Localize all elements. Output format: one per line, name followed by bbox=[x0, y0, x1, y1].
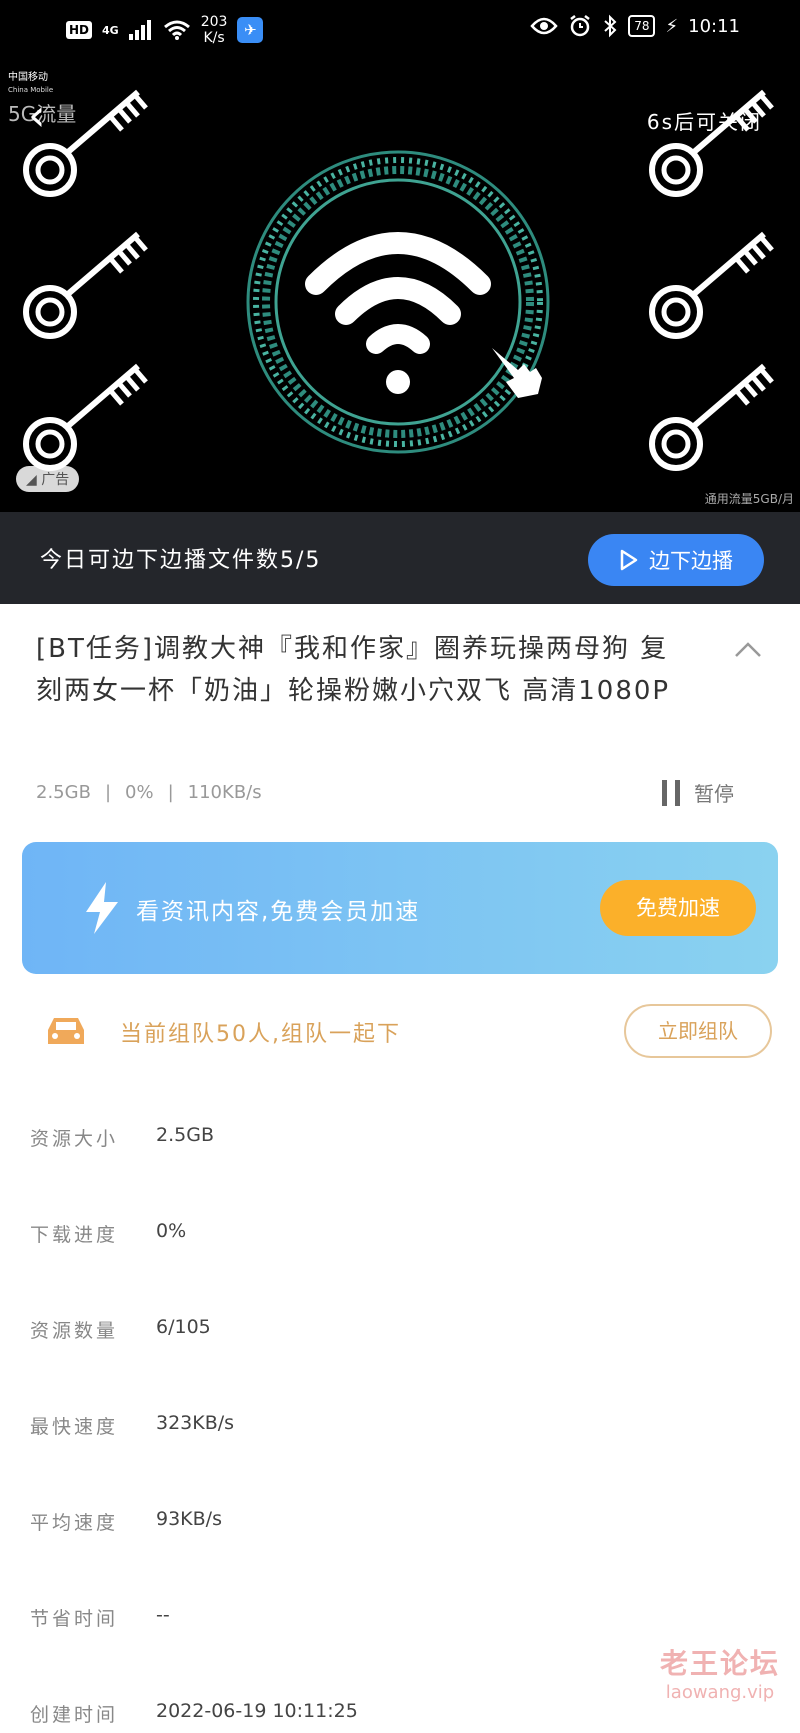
detail-label: 最快速度 bbox=[30, 1416, 119, 1438]
boost-card: 看资讯内容,免费会员加速 免费加速 bbox=[22, 842, 778, 974]
network-type: 4G bbox=[102, 23, 119, 37]
detail-row: 平均速度 93KB/s bbox=[30, 1508, 630, 1535]
detail-row: 节省时间 -- bbox=[30, 1604, 630, 1631]
wifi-ring-graphic bbox=[246, 150, 550, 454]
watermark-title: 老王论坛 bbox=[660, 1647, 781, 1680]
detail-label: 创建时间 bbox=[30, 1704, 119, 1726]
detail-label: 资源数量 bbox=[30, 1320, 119, 1342]
ad-footer-note: 通用流量5GB/月 bbox=[704, 492, 794, 506]
status-bar-left: HD 4G 203 K/s ✈ bbox=[66, 14, 264, 46]
detail-row: 资源大小 2.5GB bbox=[30, 1124, 630, 1151]
detail-row: 资源数量 6/105 bbox=[30, 1316, 630, 1343]
charging-icon: ⚡ bbox=[665, 15, 679, 37]
detail-row: 创建时间 2022-06-19 10:11:25 bbox=[30, 1700, 630, 1727]
task-size: 2.5GB bbox=[36, 782, 91, 803]
close-countdown[interactable]: 6s后可关闭 bbox=[647, 106, 762, 135]
watermark: 老王论坛 laowang.vip bbox=[660, 1642, 780, 1703]
battery-indicator: 78 bbox=[628, 15, 656, 37]
key-icon bbox=[649, 231, 774, 339]
ad-tag-icon: ◢ bbox=[26, 472, 42, 488]
wifi-icon bbox=[163, 20, 190, 40]
detail-label: 节省时间 bbox=[30, 1608, 119, 1630]
key-icon bbox=[23, 363, 148, 471]
team-text: 当前组队50人,组队一起下 bbox=[120, 1022, 401, 1047]
detail-label: 平均速度 bbox=[30, 1512, 119, 1534]
join-team-button[interactable]: 立即组队 bbox=[624, 1004, 772, 1058]
task-progress: 0% bbox=[125, 782, 154, 803]
play-icon bbox=[620, 549, 638, 571]
bluetooth-icon bbox=[604, 14, 617, 38]
speed-unit: K/s bbox=[203, 30, 225, 46]
free-boost-button[interactable]: 免费加速 bbox=[600, 880, 756, 936]
signal-icon bbox=[128, 20, 151, 40]
clock: 10:11 bbox=[688, 15, 740, 37]
pause-icon bbox=[662, 779, 680, 806]
play-button-label: 边下边播 bbox=[649, 549, 733, 573]
key-icon bbox=[23, 231, 148, 339]
eye-icon bbox=[530, 17, 558, 35]
detail-value: 2022-06-19 10:11:25 bbox=[156, 1700, 358, 1722]
key-icon bbox=[649, 363, 774, 471]
speed-value: 203 bbox=[200, 14, 228, 30]
detail-value: -- bbox=[156, 1604, 170, 1626]
detail-value: 6/105 bbox=[156, 1316, 211, 1338]
detail-value: 0% bbox=[156, 1220, 187, 1242]
alarm-icon bbox=[570, 15, 590, 37]
play-while-download-bar: 今日可边下边播文件数5/5 边下边播 bbox=[0, 512, 800, 604]
boost-text: 看资讯内容,免费会员加速 bbox=[136, 899, 421, 925]
back-icon[interactable]: ‹ bbox=[28, 94, 68, 138]
key-icon bbox=[649, 89, 774, 197]
detail-value: 93KB/s bbox=[156, 1508, 222, 1530]
status-bar-right: 78 ⚡ 10:11 bbox=[530, 14, 740, 38]
detail-row: 下载进度 0% bbox=[30, 1220, 630, 1247]
task-title: [BT任务]调教大神『我和作家』圈养玩操两母狗 复刻两女一杯「奶油」轮操粉嫩小穴… bbox=[36, 634, 671, 706]
meta-divider: | bbox=[167, 782, 174, 803]
network-speed: 203 K/s bbox=[201, 14, 228, 46]
car-icon bbox=[48, 1018, 84, 1044]
play-quota-text: 今日可边下边播文件数5/5 bbox=[40, 548, 322, 573]
status-bar: HD 4G 203 K/s ✈ 78 ⚡ 10:11 bbox=[0, 0, 800, 62]
app-notification-icon: ✈ bbox=[237, 17, 264, 43]
pause-button[interactable]: 暂停 bbox=[662, 778, 734, 807]
watermark-url: laowang.vip bbox=[665, 1682, 775, 1703]
ad-banner[interactable]: 中国移动 China Mobile 5G流量 ‹ 6s后可关闭 ◢ 广告 通用流… bbox=[0, 62, 800, 512]
hand-pointer-icon bbox=[492, 348, 542, 398]
detail-row: 最快速度 323KB/s bbox=[30, 1412, 630, 1439]
task-meta: 2.5GB | 0% | 110KB/s bbox=[36, 782, 262, 803]
collapse-icon[interactable] bbox=[730, 632, 766, 668]
task-speed: 110KB/s bbox=[187, 782, 262, 803]
meta-divider: | bbox=[104, 782, 112, 803]
pause-label: 暂停 bbox=[694, 782, 734, 806]
lightning-icon bbox=[86, 882, 118, 934]
detail-label: 资源大小 bbox=[30, 1128, 119, 1150]
detail-label: 下载进度 bbox=[30, 1224, 119, 1246]
ad-tag-label: 广告 bbox=[41, 472, 70, 488]
carrier-name: 中国移动 bbox=[8, 72, 48, 83]
detail-value: 2.5GB bbox=[156, 1124, 214, 1146]
play-while-download-button[interactable]: 边下边播 bbox=[588, 534, 764, 586]
detail-value: 323KB/s bbox=[156, 1412, 235, 1434]
hd-badge: HD bbox=[66, 21, 93, 39]
ad-tag: ◢ 广告 bbox=[16, 466, 80, 492]
